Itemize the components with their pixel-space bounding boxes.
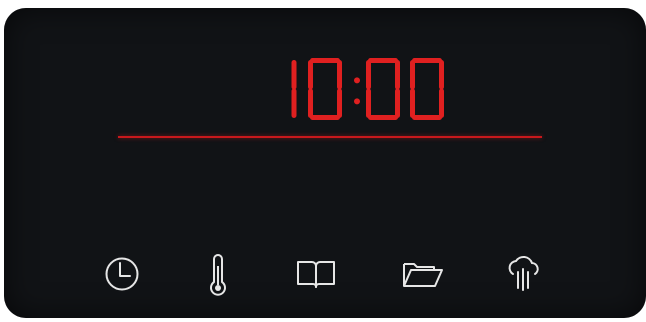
time-display: 10:00	[282, 54, 454, 126]
steam-button[interactable]	[500, 250, 548, 298]
colon-dot	[354, 77, 360, 84]
programs-folder-button[interactable]	[398, 250, 446, 298]
clock-button[interactable]	[98, 250, 146, 298]
clock-icon	[105, 257, 139, 291]
colon-dot	[354, 98, 360, 105]
oven-control-panel: 10:00	[4, 8, 646, 318]
temperature-button[interactable]	[194, 250, 242, 298]
thermometer-icon	[210, 254, 226, 296]
book-icon	[297, 261, 335, 288]
steam-icon	[508, 256, 539, 291]
control-icon-row	[98, 250, 568, 298]
recipe-book-button[interactable]	[292, 250, 340, 298]
seven-segment-display	[291, 58, 444, 120]
display-divider	[118, 136, 542, 138]
folder-icon	[403, 263, 443, 287]
